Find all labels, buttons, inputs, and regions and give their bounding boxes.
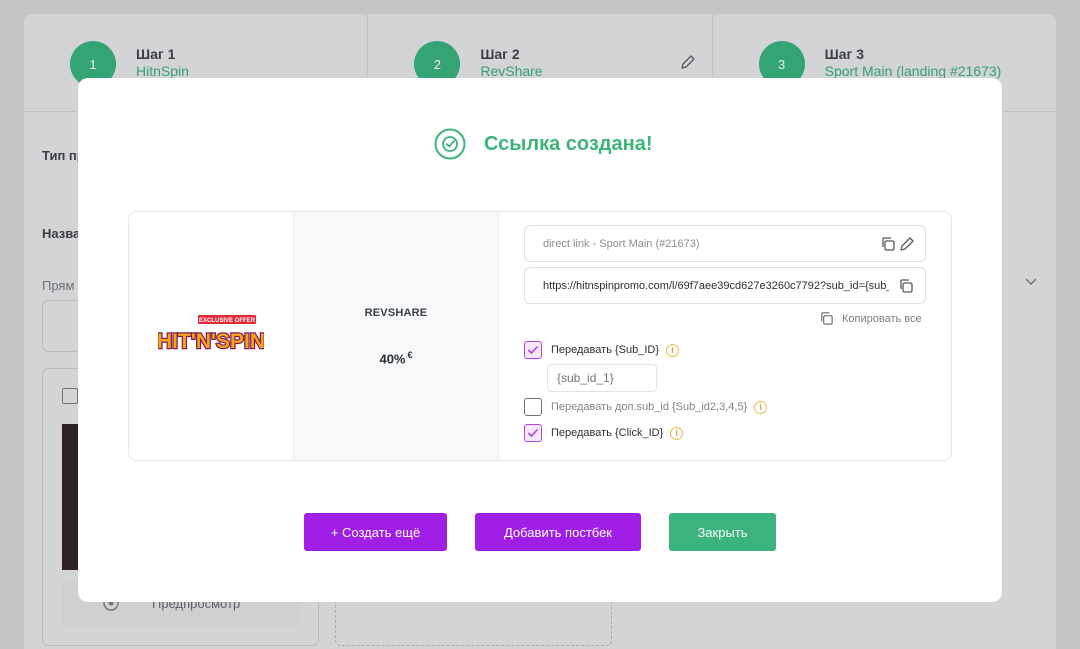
landing-checkbox[interactable] xyxy=(62,388,78,404)
copy-icon[interactable] xyxy=(880,236,896,252)
step-title: Шаг 2 xyxy=(480,46,520,62)
step-subtitle: Sport Main (landing #21673) xyxy=(824,63,1002,79)
option-sub-id[interactable]: Передавать {Sub_ID} i xyxy=(524,341,680,359)
copy-icon[interactable] xyxy=(898,278,914,294)
direct-label: Прям xyxy=(42,278,75,293)
step-title: Шаг 3 xyxy=(824,46,865,62)
revshare-value: 40% € xyxy=(379,350,413,367)
payment-model: REVSHARE xyxy=(364,307,428,319)
name-label: Назва xyxy=(42,226,81,241)
sub-id-input[interactable] xyxy=(547,364,657,392)
click-id-checkbox[interactable] xyxy=(524,424,542,442)
modal-title: Ссылка создана! xyxy=(484,133,653,155)
svg-text:HIT'N'SPIN: HIT'N'SPIN xyxy=(158,330,264,353)
copy-icon xyxy=(821,312,833,325)
info-icon[interactable]: i xyxy=(670,426,684,440)
step-subtitle: RevShare xyxy=(480,63,543,79)
option-label: Передавать доп.sub_id {Sub_id2,3,4,5} xyxy=(551,401,748,413)
sub-id-checkbox[interactable] xyxy=(524,341,542,359)
check-icon xyxy=(527,345,539,355)
info-icon[interactable]: i xyxy=(666,343,680,357)
offer-terms-column: REVSHARE 40% € xyxy=(293,212,499,460)
offer-logo-column: EXCLUSIVE OFFER HIT'N'SPIN xyxy=(129,212,293,460)
pencil-icon[interactable] xyxy=(899,236,915,252)
step-title: Шаг 1 xyxy=(136,46,176,62)
option-extra-sub-id[interactable]: Передавать доп.sub_id {Sub_id2,3,4,5} i xyxy=(524,398,768,416)
hitnspin-logo: EXCLUSIVE OFFER HIT'N'SPIN xyxy=(158,315,264,354)
svg-text:EXCLUSIVE OFFER: EXCLUSIVE OFFER xyxy=(199,318,256,324)
info-icon[interactable]: i xyxy=(754,400,768,414)
extra-sub-id-checkbox[interactable] xyxy=(524,398,542,416)
background-field xyxy=(42,300,82,352)
pencil-icon[interactable] xyxy=(680,54,696,70)
close-button[interactable]: Закрыть xyxy=(669,513,776,551)
link-panel: EXCLUSIVE OFFER HIT'N'SPIN REVSHARE 40% €… xyxy=(128,211,952,461)
option-click-id[interactable]: Передавать {Click_ID} i xyxy=(524,424,684,442)
create-more-button[interactable]: + Создать ещё xyxy=(304,513,447,551)
chevron-down-icon[interactable] xyxy=(1024,277,1038,287)
link-url-field[interactable]: https://hitnspinpromo.com/l/69f7aee39cd6… xyxy=(524,267,926,304)
link-name-field[interactable]: direct link - Sport Main (#21673) xyxy=(524,225,926,262)
copy-all-button[interactable]: Копировать все xyxy=(819,311,922,326)
link-created-modal: Ссылка создана! EXCLUSIVE OFFER HIT'N'SP… xyxy=(78,78,1002,602)
check-icon xyxy=(527,428,539,438)
landing-preview-image xyxy=(62,424,78,570)
step-subtitle: HitnSpin xyxy=(136,63,189,79)
option-label: Передавать {Sub_ID} xyxy=(551,344,660,356)
option-label: Передавать {Click_ID} xyxy=(551,427,664,439)
check-circle-icon xyxy=(434,128,466,160)
add-postback-button[interactable]: Добавить постбек xyxy=(475,513,641,551)
